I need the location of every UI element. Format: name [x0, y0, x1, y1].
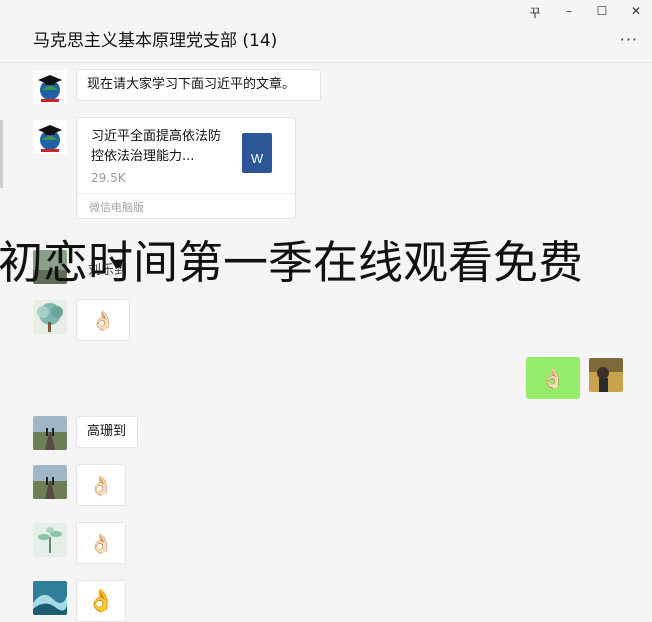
avatar[interactable] — [33, 416, 67, 450]
emoji-message[interactable]: 👌🏻 — [76, 464, 126, 506]
maximize-button[interactable]: ☐ — [591, 4, 613, 18]
photo-avatar-icon — [589, 358, 623, 392]
overlay-text: 初恋时间第一季在线观看免费 — [0, 236, 584, 289]
plant-photo-icon — [33, 523, 67, 557]
file-size: 29.5K — [91, 171, 126, 185]
divider — [77, 193, 295, 194]
avatar[interactable] — [33, 465, 67, 499]
close-button[interactable]: ✕ — [625, 4, 647, 18]
university-logo-icon — [33, 120, 67, 154]
word-document-icon: W — [242, 133, 272, 173]
avatar[interactable] — [33, 120, 67, 154]
university-logo-icon — [33, 70, 67, 104]
avatar[interactable] — [33, 70, 67, 104]
my-avatar[interactable] — [589, 358, 623, 392]
avatar[interactable] — [33, 581, 67, 615]
file-source: 微信电脑版 — [89, 201, 144, 214]
emoji-message[interactable]: 👌🏻 — [76, 299, 130, 341]
my-emoji-message[interactable]: 👌🏻 — [526, 357, 580, 399]
message-bubble[interactable]: 高珊到 — [76, 416, 138, 448]
road-photo-icon — [33, 416, 67, 450]
minimize-button[interactable]: – — [558, 4, 580, 18]
road-photo-icon — [33, 465, 67, 499]
message-bubble[interactable]: 现在请大家学习下面习近平的文章。 — [76, 69, 321, 101]
file-name: 习近平全面提高依法防控依法治理能力... — [91, 129, 222, 164]
avatar[interactable] — [33, 300, 67, 334]
wave-photo-icon — [33, 581, 67, 615]
chat-title: 马克思主义基本原理党支部 (14) — [33, 31, 278, 51]
emoji-message[interactable]: 👌🏻 — [76, 522, 126, 564]
file-message-card[interactable]: 习近平全面提高依法防控依法治理能力... 29.5K W 微信电脑版 — [76, 117, 296, 219]
more-options-button[interactable]: ··· — [620, 30, 638, 49]
emoji-message[interactable]: 👌 — [76, 580, 126, 622]
pin-button[interactable]: 꾸 — [524, 4, 546, 21]
title-bar: 马克思主义基本原理党支部 (14) 꾸 – ☐ ✕ ··· — [0, 0, 652, 63]
tree-photo-icon — [33, 300, 67, 334]
scroll-edge — [0, 120, 3, 188]
avatar[interactable] — [33, 523, 67, 557]
